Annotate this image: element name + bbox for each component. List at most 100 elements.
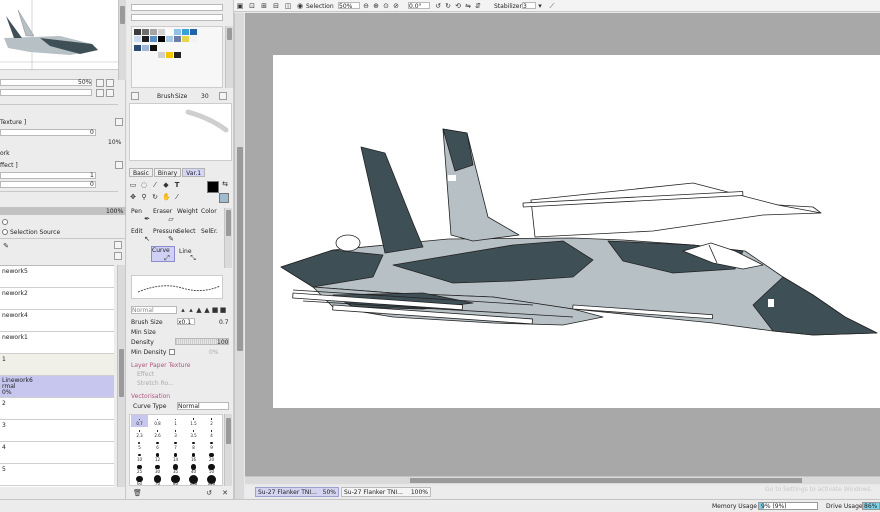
navigator-zoom-button[interactable] (96, 79, 104, 87)
eyedropper-icon[interactable]: ⁄ (173, 193, 181, 201)
color-swatch[interactable] (174, 52, 181, 58)
magic-wand-icon[interactable]: ⁄ (151, 181, 159, 189)
lasso-icon[interactable]: ◌ (140, 181, 148, 189)
rotation-select[interactable]: 0.0° (408, 2, 430, 10)
rotate-left-button[interactable] (96, 89, 104, 97)
text-tool-icon[interactable]: T (173, 181, 181, 189)
toolbar-icon-3[interactable]: ⊞ (260, 2, 268, 10)
layer-item-3[interactable]: 3 (0, 420, 114, 442)
shape-triangle-icon[interactable]: ▴ (179, 306, 187, 314)
color-swatch[interactable] (182, 36, 189, 42)
hand-icon[interactable]: ✋ (162, 193, 171, 201)
stabilizer-dropdown-icon[interactable]: ▾ (536, 2, 544, 10)
rotate-reset-icon[interactable]: ⟲ (454, 2, 462, 10)
brush-size-cell[interactable]: 1.5 (185, 415, 202, 427)
brush-size-cell[interactable]: 70 (149, 475, 166, 487)
toolbar-icon-4[interactable]: ⊟ (272, 2, 280, 10)
brush-size-multiplier[interactable]: x0.1 (177, 318, 195, 326)
toolbar-icon-2[interactable]: ⊡ (248, 2, 256, 10)
toolbar-icon-5[interactable]: ◫ (284, 2, 292, 10)
texture-scale-field[interactable] (0, 129, 96, 136)
min-density-checkbox[interactable] (169, 349, 175, 355)
brush-size-cell[interactable]: 50 (203, 463, 220, 475)
primary-color[interactable] (207, 181, 219, 193)
brush-size-cell[interactable]: 7 (167, 439, 184, 451)
texture-dropdown-button[interactable] (115, 118, 123, 126)
brush-size-cell[interactable]: 30 (149, 463, 166, 475)
brush-size-cell[interactable]: 25 (131, 463, 148, 475)
brush-size-cell[interactable]: 4 (203, 427, 220, 439)
color-swatch[interactable] (166, 52, 173, 58)
color-swatch[interactable] (166, 29, 173, 35)
selection-icon[interactable]: ◉ (296, 2, 304, 10)
tab-basic[interactable]: Basic (129, 168, 153, 177)
zoom-fit-icon[interactable]: ⊙ (382, 2, 390, 10)
brush-preset-button[interactable] (131, 92, 139, 100)
brush-size-cell[interactable]: 5 (131, 439, 148, 451)
shape-triangle-icon[interactable]: ▲ (203, 306, 211, 314)
vectorisation-label[interactable]: Vectorisation (131, 393, 170, 400)
rotate-icon[interactable]: ↻ (151, 193, 159, 201)
color-swatch[interactable] (190, 36, 197, 42)
layer-item-2[interactable]: 2 (0, 398, 114, 420)
selection-source-radio-top[interactable] (2, 219, 8, 225)
brush-mode-select[interactable]: Normal (131, 306, 177, 314)
close-icon[interactable]: ✕ (221, 489, 229, 497)
zoom-out-icon[interactable]: ⊖ (362, 2, 370, 10)
brush-size-cell[interactable]: 2 (203, 415, 220, 427)
color-swatch[interactable] (142, 36, 149, 42)
navigator-reset-button[interactable] (106, 79, 114, 87)
canvas-hscroll[interactable] (245, 476, 880, 484)
brush-preset-button-2[interactable] (219, 92, 227, 100)
brush-size-cell[interactable]: 6 (149, 439, 166, 451)
curve-type-select[interactable]: Normal (177, 402, 229, 410)
effect-width-field[interactable] (0, 172, 96, 179)
brush-size-cell[interactable]: 80 (167, 474, 184, 487)
brush-size-cell[interactable]: 12 (149, 451, 166, 463)
move-icon[interactable]: ✥ (129, 193, 137, 201)
tool-edit[interactable]: Edit (131, 228, 143, 235)
color-swatch[interactable] (174, 29, 181, 35)
layer-op-button-2[interactable] (114, 252, 122, 260)
zoom-icon[interactable]: ⚲ (140, 193, 148, 201)
brush-size-cell[interactable]: 20 (203, 451, 220, 463)
tool-select[interactable]: Select (177, 228, 196, 235)
doc-tab-2[interactable]: Su-27 Flanker TNI... 100% (341, 487, 431, 497)
brush-size-cell[interactable]: 9 (203, 439, 220, 451)
brush-size-cell[interactable]: 0.8 (149, 415, 166, 427)
document-canvas[interactable] (273, 55, 880, 408)
tool-eraser[interactable]: Eraser (153, 208, 172, 215)
paper-texture-label[interactable]: Layer Paper Texture (131, 362, 191, 369)
panel-divider[interactable] (0, 104, 118, 110)
layer-item-linework6[interactable]: Linework6 rmal 0% (0, 376, 114, 398)
zoom-reset-icon[interactable]: ⊘ (392, 2, 400, 10)
rotate-right-button[interactable] (106, 89, 114, 97)
color-swatch[interactable] (150, 36, 157, 42)
selection-source-radio[interactable] (2, 229, 8, 235)
brush-size-cell[interactable]: 14 (167, 451, 184, 463)
bucket-icon[interactable]: ◆ (162, 181, 170, 189)
swap-colors-icon[interactable]: ⇆ (221, 180, 229, 188)
flip-vertical-icon[interactable]: ⇵ (474, 2, 482, 10)
brush-size-cell[interactable]: 8 (185, 439, 202, 451)
tool-weight[interactable]: Weight (177, 208, 198, 215)
toolbar-icon-1[interactable]: ▣ (236, 2, 244, 10)
stabilizer-select[interactable]: 3 (522, 2, 536, 10)
color-swatch[interactable] (158, 36, 165, 42)
layer-folder-1[interactable]: 1 (0, 354, 114, 376)
color-swatch[interactable] (190, 29, 197, 35)
trash-icon[interactable]: 🗑 (133, 489, 142, 497)
tab-var1[interactable]: Var.1 (182, 168, 206, 177)
navigator-preview[interactable] (0, 0, 118, 70)
new-layer-icon[interactable]: ✎ (2, 242, 10, 250)
color-swatch[interactable] (166, 36, 173, 42)
layer-item-linework5[interactable]: nework5 (0, 266, 114, 288)
tool-scrollbar[interactable] (224, 208, 232, 268)
brush-size-cell[interactable]: 2.6 (149, 427, 166, 439)
color-swatch[interactable] (142, 45, 149, 51)
color-swatch[interactable] (158, 52, 165, 58)
shape-square-icon[interactable]: ■ (219, 306, 227, 314)
swatch-scrollbar[interactable] (225, 26, 233, 88)
tool-select-eraser[interactable]: SelEr. (201, 228, 218, 235)
secondary-color[interactable] (219, 193, 229, 203)
